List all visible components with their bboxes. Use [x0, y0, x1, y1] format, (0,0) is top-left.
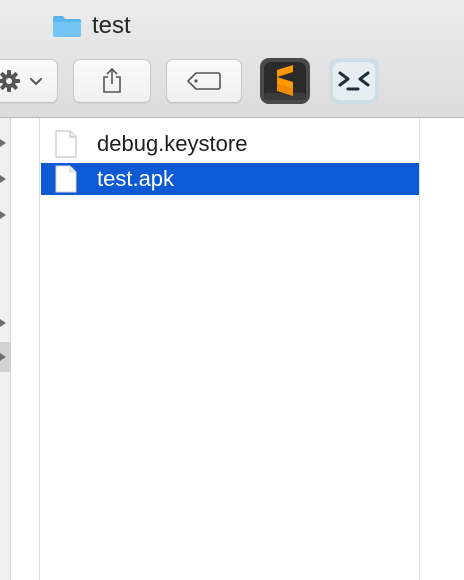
- column-divider: [419, 118, 420, 580]
- window-title-text: test: [92, 12, 131, 39]
- sidebar-item-selected[interactable]: [0, 342, 11, 372]
- disclosure-triangle-icon[interactable]: [0, 353, 6, 361]
- column-divider: [39, 118, 40, 580]
- folder-icon: [53, 16, 81, 37]
- termius-icon: [329, 58, 379, 104]
- sublime-text-icon: [260, 58, 310, 104]
- file-name: debug.keystore: [97, 131, 248, 156]
- file-row-debug-keystore[interactable]: debug.keystore: [41, 128, 419, 160]
- disclosure-triangle-icon[interactable]: [0, 175, 6, 183]
- disclosure-triangle-icon[interactable]: [0, 139, 6, 147]
- action-button[interactable]: [0, 59, 58, 103]
- document-icon: [55, 165, 77, 193]
- gear-icon: [0, 70, 20, 92]
- sidebar: [0, 118, 11, 580]
- sidebar-item[interactable]: [0, 312, 11, 334]
- file-row-test-apk[interactable]: test.apk: [41, 163, 419, 195]
- sidebar-item[interactable]: [0, 168, 11, 190]
- toolbar: test: [0, 0, 464, 118]
- tag-button[interactable]: [166, 59, 242, 103]
- sidebar-item[interactable]: [0, 132, 11, 154]
- chevron-down-icon: [30, 78, 42, 86]
- tag-icon: [187, 72, 221, 90]
- sidebar-item[interactable]: [0, 204, 11, 226]
- window-title: test: [52, 10, 131, 42]
- disclosure-triangle-icon[interactable]: [0, 211, 6, 219]
- file-name: test.apk: [97, 166, 175, 191]
- sublime-text-button[interactable]: [259, 57, 311, 105]
- file-list: debug.keystore test.apk: [11, 118, 464, 580]
- share-icon: [103, 67, 121, 93]
- document-icon: [55, 130, 77, 158]
- disclosure-triangle-icon[interactable]: [0, 319, 6, 327]
- share-button[interactable]: [73, 59, 151, 103]
- termius-button[interactable]: [328, 57, 380, 105]
